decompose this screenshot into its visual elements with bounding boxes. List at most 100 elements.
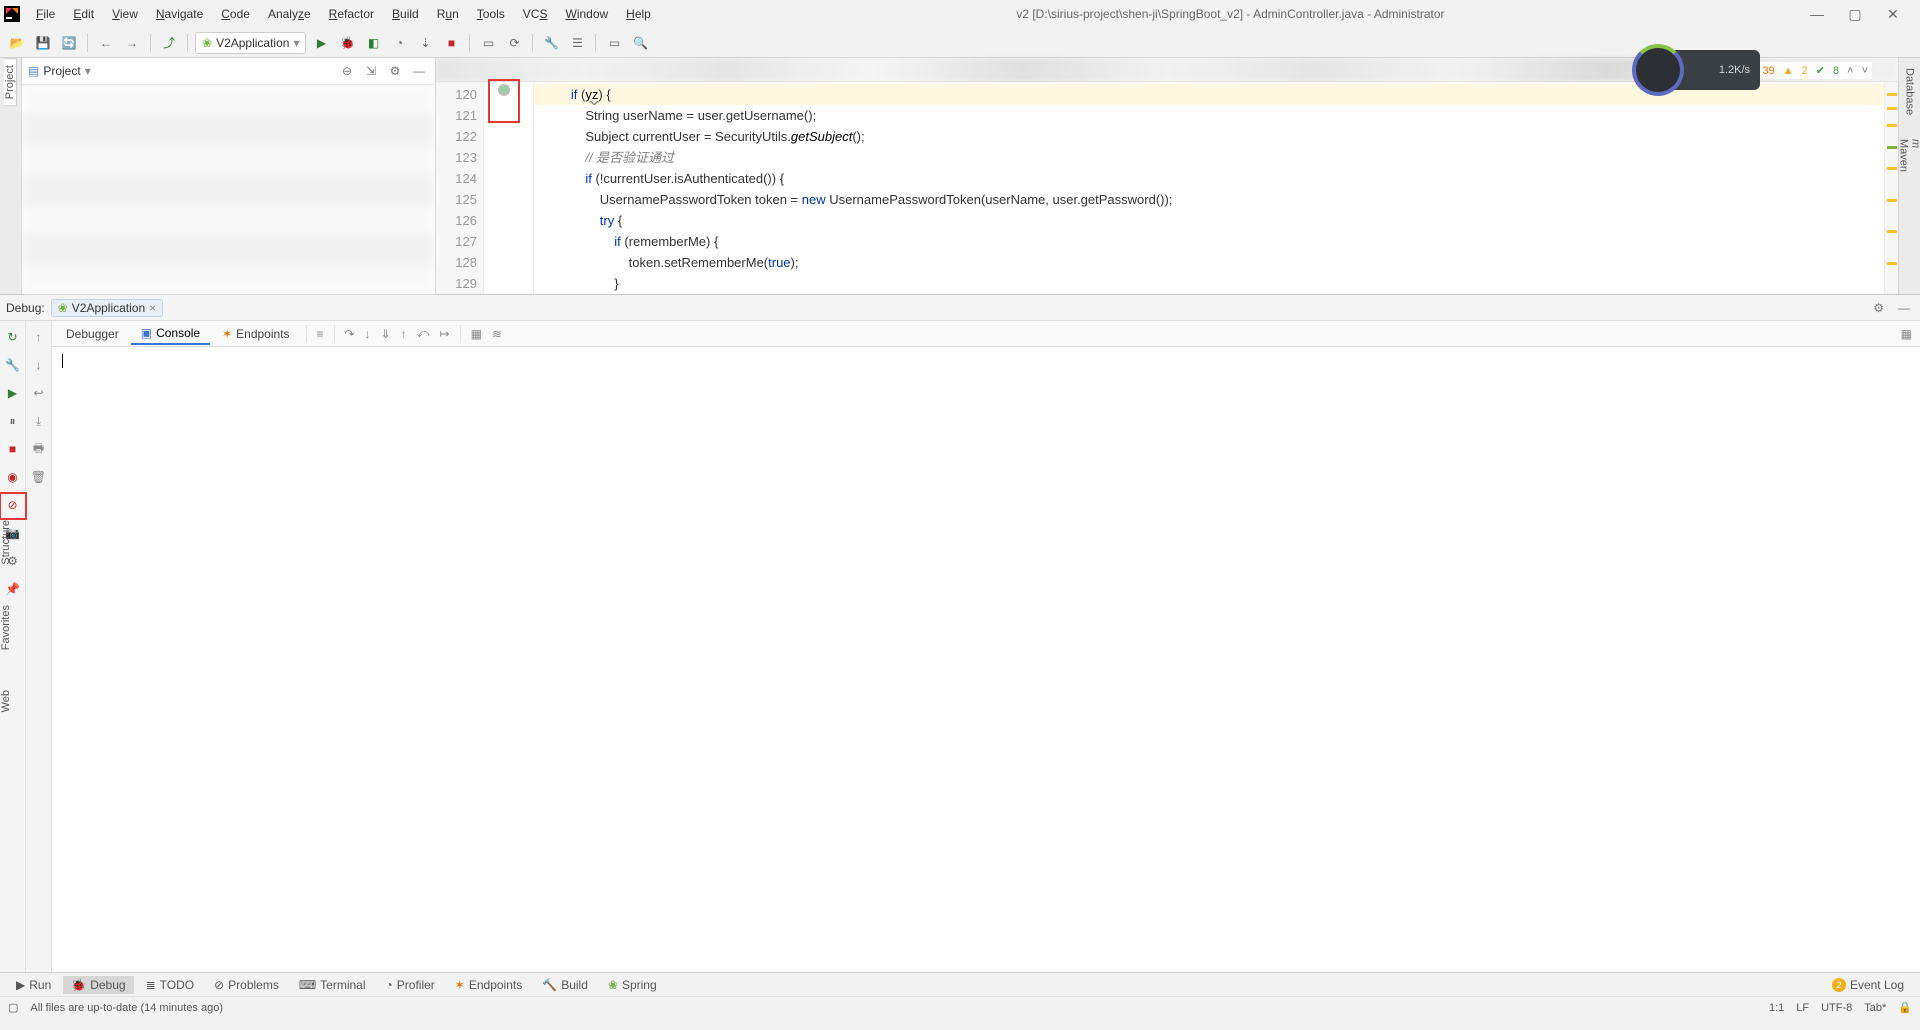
indent-info[interactable]: Tab* (1864, 1002, 1886, 1014)
layout-icon[interactable]: ▦ (1897, 327, 1916, 341)
menu-tools[interactable]: Tools (469, 4, 513, 24)
tab-endpoints[interactable]: ✶Endpoints (212, 324, 299, 344)
sync-icon[interactable]: 🔄 (58, 32, 80, 54)
menu-edit[interactable]: Edit (65, 4, 102, 24)
menu-vcs[interactable]: VCS (515, 4, 556, 24)
stop-icon[interactable]: ■ (440, 32, 462, 54)
breakpoint-gutter[interactable] (484, 82, 534, 294)
stop-icon[interactable]: ■ (3, 439, 23, 459)
avd-icon[interactable]: ▭ (603, 32, 625, 54)
step-over-icon[interactable]: ↷ (341, 327, 359, 341)
next-highlight-icon[interactable]: ˅ (1862, 65, 1868, 77)
favorites-tool-tab[interactable]: Favorites (0, 605, 22, 650)
error-stripe[interactable] (1884, 82, 1898, 294)
debug-session-tab[interactable]: ❀ V2Application × (51, 299, 163, 317)
tab-console[interactable]: ▣Console (131, 323, 210, 345)
debug-icon[interactable]: 🐞 (336, 32, 358, 54)
caret-position[interactable]: 1:1 (1769, 1002, 1784, 1014)
database-tool-tab[interactable]: Database (1904, 68, 1916, 115)
menu-build[interactable]: Build (384, 4, 427, 24)
project-tool-tab[interactable]: Project (4, 58, 17, 106)
trace-icon[interactable]: ≋ (488, 327, 506, 341)
menu-window[interactable]: Window (557, 4, 616, 24)
tw-terminal[interactable]: ⌨Terminal (291, 976, 374, 994)
clear-icon[interactable]: 🗑 (29, 467, 49, 487)
tw-event-log[interactable]: 2Event Log (1824, 976, 1912, 994)
layout-icon[interactable]: ▭ (477, 32, 499, 54)
menu-analyze[interactable]: Analyze (260, 4, 319, 24)
menu-refactor[interactable]: Refactor (321, 4, 382, 24)
search-icon[interactable]: 🔍 (629, 32, 651, 54)
structure-tool-tab[interactable]: Structure (0, 520, 22, 565)
deploy-icon[interactable]: ⟳ (503, 32, 525, 54)
run-to-cursor-icon[interactable]: ↦ (436, 327, 454, 341)
force-step-into-icon[interactable]: ⇓ (377, 327, 395, 341)
save-all-icon[interactable]: 💾 (32, 32, 54, 54)
resume-icon[interactable]: ▶ (3, 383, 23, 403)
settings-icon[interactable]: ⚙ (385, 64, 405, 78)
tw-problems[interactable]: ⊘Problems (206, 976, 287, 994)
evaluate-icon[interactable]: ▦ (467, 327, 486, 341)
console-output[interactable] (52, 347, 1920, 972)
chevron-down-icon[interactable]: ▾ (85, 64, 91, 78)
modify-run-config-icon[interactable]: 🔧 (3, 355, 23, 375)
open-icon[interactable]: 📂 (6, 32, 28, 54)
menu-run[interactable]: Run (429, 4, 467, 24)
file-encoding[interactable]: UTF-8 (1821, 1002, 1852, 1014)
run-icon[interactable]: ▶ (310, 32, 332, 54)
attach-icon[interactable]: ⇣ (414, 32, 436, 54)
mute-breakpoints-icon[interactable]: ⊘ (3, 495, 23, 515)
status-icon[interactable]: ▢ (8, 1001, 18, 1014)
view-breakpoints-icon[interactable]: ◉ (3, 467, 23, 487)
drop-frame-icon[interactable]: ⤺ (413, 326, 434, 341)
lock-icon[interactable]: 🔒 (1898, 1001, 1912, 1014)
rerun-icon[interactable]: ↻ (3, 327, 23, 347)
minimize-button[interactable]: — (1802, 6, 1832, 23)
soft-wrap-icon[interactable]: ↩ (29, 383, 49, 403)
close-icon[interactable]: × (149, 301, 156, 315)
coverage-icon[interactable]: ◧ (362, 32, 384, 54)
scroll-to-end-icon[interactable]: ⤓ (29, 411, 49, 431)
project-panel-title[interactable]: Project (43, 64, 80, 78)
code-area[interactable]: if (yz) { String userName = user.getUser… (534, 82, 1884, 294)
settings-icon[interactable]: ⚙ (1869, 301, 1888, 315)
profile-icon[interactable]: ◔ (388, 32, 410, 54)
menu-code[interactable]: Code (213, 4, 258, 24)
pause-icon[interactable]: ⏸ (3, 411, 23, 431)
maven-tool-tab[interactable]: mMaven (1898, 139, 1920, 172)
hide-icon[interactable]: — (1894, 301, 1914, 315)
tw-spring[interactable]: ❀Spring (600, 976, 665, 994)
step-into-icon[interactable]: ↓ (361, 327, 375, 341)
tw-build[interactable]: 🔨Build (534, 976, 596, 994)
expand-all-icon[interactable]: ⇲ (361, 64, 381, 78)
line-separator[interactable]: LF (1796, 1002, 1809, 1014)
toolbar-sep (187, 34, 188, 52)
up-icon[interactable]: ↑ (29, 327, 49, 347)
list-icon[interactable]: ≡ (313, 327, 328, 341)
tw-profiler[interactable]: ◔Profiler (378, 976, 443, 994)
tw-run[interactable]: ▶Run (8, 976, 59, 994)
menu-help[interactable]: Help (618, 4, 659, 24)
tw-todo[interactable]: ≣TODO (138, 976, 203, 994)
hide-icon[interactable]: — (409, 64, 429, 78)
select-opened-file-icon[interactable]: ⊖ (337, 64, 357, 78)
web-tool-tab[interactable]: Web (0, 690, 22, 712)
menu-view[interactable]: View (104, 4, 146, 24)
structure-icon[interactable]: ☰ (566, 32, 588, 54)
print-icon[interactable]: 🖶 (29, 439, 49, 459)
back-icon[interactable]: ← (95, 32, 117, 54)
run-config-selector[interactable]: ❀ V2Application ▾ (195, 32, 306, 54)
tw-endpoints[interactable]: ✶Endpoints (447, 976, 530, 994)
menu-file[interactable]: File (28, 4, 63, 24)
close-button[interactable]: ✕ (1878, 6, 1908, 23)
down-icon[interactable]: ↓ (29, 355, 49, 375)
wrench-icon[interactable]: 🔧 (540, 32, 562, 54)
maximize-button[interactable]: ▢ (1840, 6, 1870, 23)
forward-icon[interactable]: → (121, 32, 143, 54)
menu-navigate[interactable]: Navigate (148, 4, 211, 24)
step-out-icon[interactable]: ↑ (397, 327, 411, 341)
tw-debug[interactable]: 🐞Debug (63, 976, 133, 994)
build-icon[interactable]: ⤴ (158, 32, 180, 54)
prev-highlight-icon[interactable]: ˄ (1847, 65, 1853, 77)
tab-debugger[interactable]: Debugger (56, 324, 129, 344)
